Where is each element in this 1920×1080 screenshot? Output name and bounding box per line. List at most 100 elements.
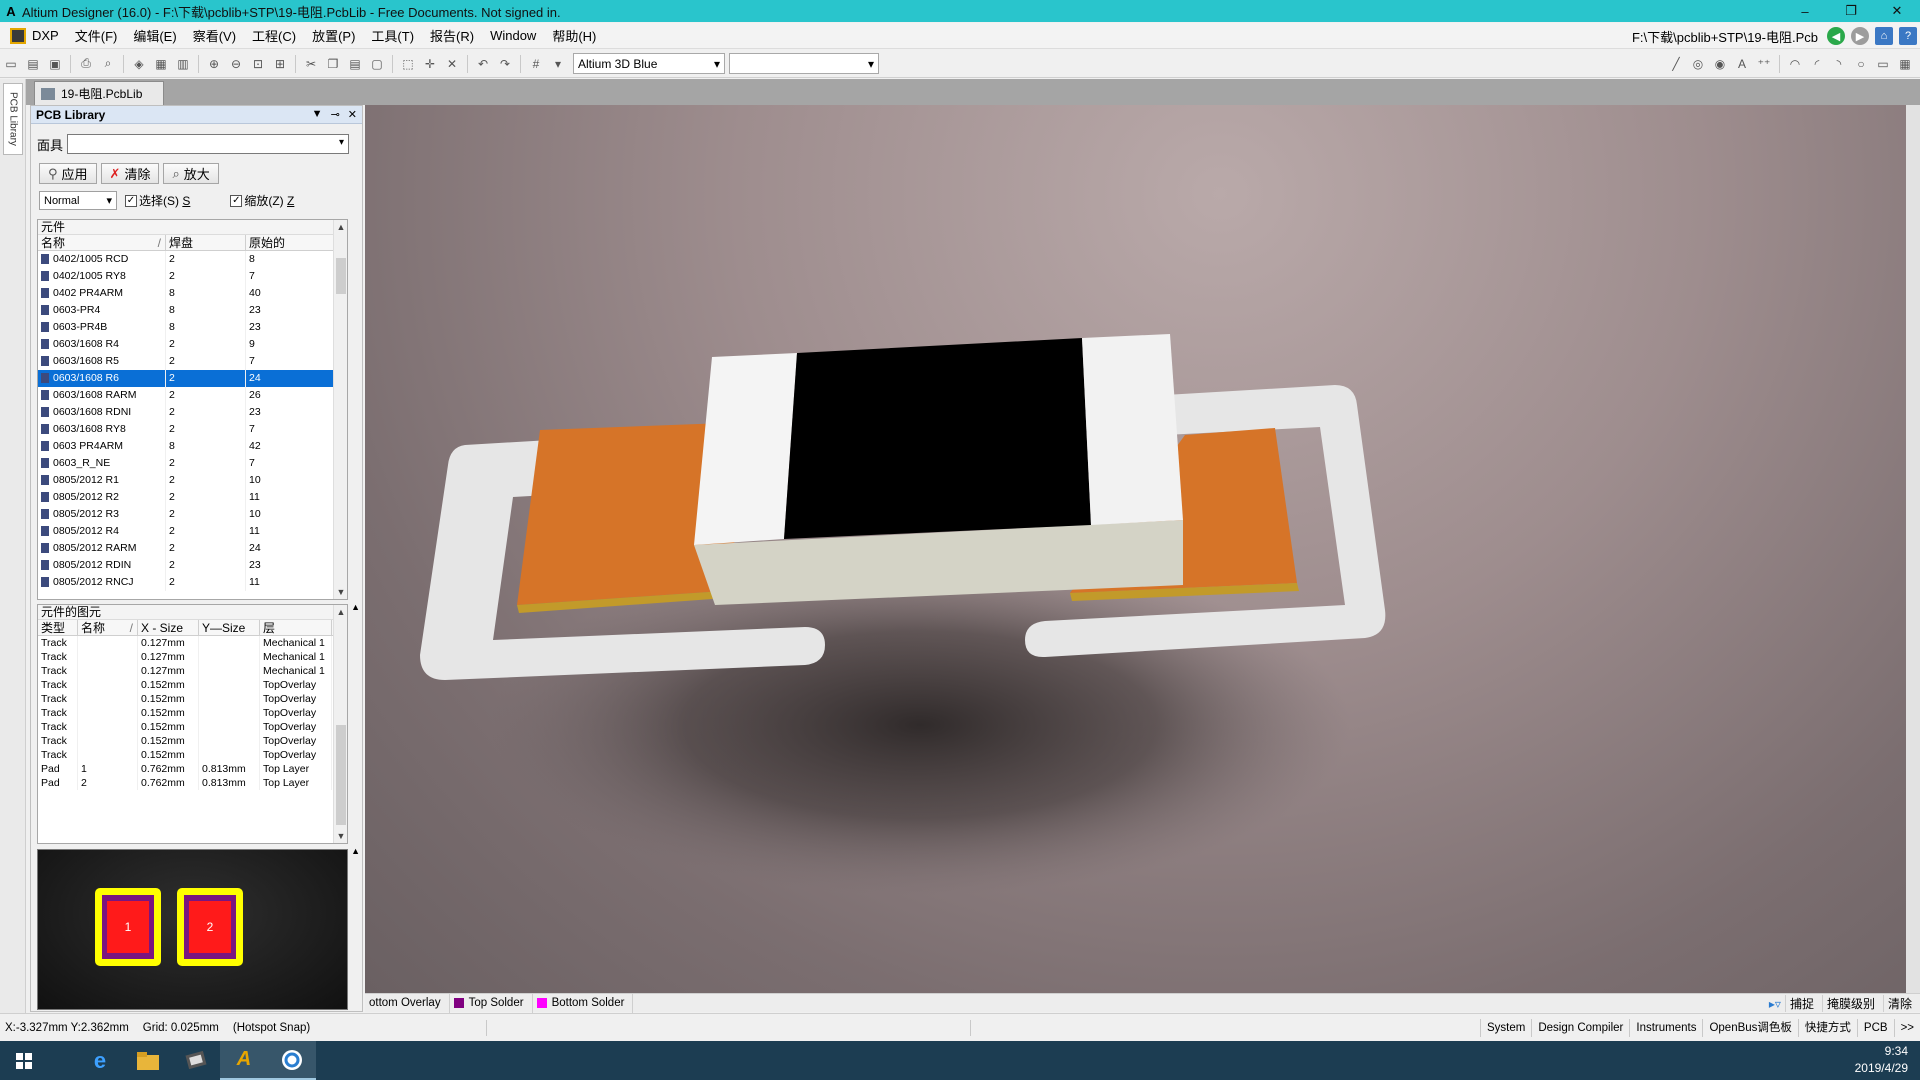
layer-set-icon[interactable]: ▸▿: [1769, 997, 1781, 1011]
scroll-up-icon[interactable]: ▲: [334, 605, 347, 619]
new-icon[interactable]: ▭: [2, 55, 20, 73]
table-row[interactable]: 0603/1608 RARM 2 26: [38, 387, 347, 404]
arc-center-icon[interactable]: ◠: [1786, 55, 1804, 73]
scroll-thumb[interactable]: [336, 725, 346, 825]
table-row[interactable]: 0603/1608 R5 2 7: [38, 353, 347, 370]
cut-icon[interactable]: ✂: [302, 55, 320, 73]
table-row[interactable]: 0805/2012 RNCJ 2 11: [38, 574, 347, 591]
panel-menu-icon[interactable]: ▼: [312, 108, 323, 121]
arc-any-icon[interactable]: ◝: [1830, 55, 1848, 73]
grid-icon[interactable]: #: [527, 55, 545, 73]
view-config-select[interactable]: Altium 3D Blue ▾: [573, 53, 725, 74]
col-header-pads[interactable]: 焊盘: [166, 235, 246, 250]
components-scrollbar[interactable]: ▲ ▼: [333, 220, 347, 599]
mask-level-button[interactable]: 掩膜级别: [1821, 995, 1879, 1012]
panel-close-icon[interactable]: ✕: [348, 108, 357, 121]
table-row[interactable]: 0805/2012 R2 2 11: [38, 489, 347, 506]
table-row[interactable]: 0603/1608 RDNI 2 23: [38, 404, 347, 421]
circle-icon[interactable]: ○: [1852, 55, 1870, 73]
doc-tab[interactable]: 19-电阻.PcbLib: [34, 81, 164, 105]
table-row[interactable]: 0603/1608 R6 2 24: [38, 370, 347, 387]
zoom-fit-icon[interactable]: ⊡: [249, 55, 267, 73]
table-row[interactable]: 0805/2012 RARM 2 24: [38, 540, 347, 557]
table-row[interactable]: Track 0.127mm Mechanical 1: [38, 650, 347, 664]
table-row[interactable]: 0603/1608 RY8 2 7: [38, 421, 347, 438]
menu-project[interactable]: 工程(C): [244, 26, 304, 45]
table-row[interactable]: 0603_R_NE 2 7: [38, 455, 347, 472]
menu-dxp[interactable]: DXP: [26, 28, 67, 43]
col-header-type[interactable]: 类型: [38, 620, 78, 635]
deselect-icon[interactable]: ✕: [443, 55, 461, 73]
table-row[interactable]: Pad 2 0.762mm 0.813mm Top Layer: [38, 776, 347, 790]
clear-mask-button[interactable]: 清除: [1882, 995, 1916, 1012]
table-row[interactable]: 0402 PR4ARM 8 40: [38, 285, 347, 302]
system-clock[interactable]: 9:34 2019/4/29: [1855, 1043, 1908, 1077]
undo-icon[interactable]: ↶: [474, 55, 492, 73]
panel-shortcuts[interactable]: 快捷方式: [1797, 1019, 1857, 1037]
table-row[interactable]: 0402/1005 RCD 2 8: [38, 251, 347, 268]
select-checkbox[interactable]: ✓ 选择(S) S: [125, 192, 190, 209]
table-row[interactable]: Track 0.152mm TopOverlay: [38, 692, 347, 706]
table-row[interactable]: Track 0.152mm TopOverlay: [38, 678, 347, 692]
folder-icon[interactable]: ▥: [174, 55, 192, 73]
arc-edge-icon[interactable]: ◜: [1808, 55, 1826, 73]
clear-button[interactable]: ✗ 清除: [100, 163, 160, 184]
menu-window[interactable]: Window: [482, 28, 544, 43]
start-icon[interactable]: [0, 1041, 48, 1080]
zoom-area-icon[interactable]: ⊞: [271, 55, 289, 73]
table-row[interactable]: Track 0.152mm TopOverlay: [38, 748, 347, 762]
collapse-icon[interactable]: ▲: [351, 602, 360, 612]
menu-tools[interactable]: 工具(T): [363, 26, 422, 45]
table-row[interactable]: 0603-PR4B 8 23: [38, 319, 347, 336]
primitives-scrollbar[interactable]: ▲ ▼: [333, 605, 347, 843]
pin-icon[interactable]: ⊸: [331, 108, 340, 121]
scroll-down-icon[interactable]: ▼: [334, 585, 347, 599]
scroll-thumb[interactable]: [336, 258, 346, 294]
zoom-in-icon[interactable]: ⊕: [205, 55, 223, 73]
edge-icon[interactable]: e: [76, 1041, 124, 1080]
snap-button[interactable]: 捕捉: [1784, 995, 1818, 1012]
mode-select[interactable]: Normal ▾: [39, 191, 117, 210]
maximize-button[interactable]: ❐: [1828, 0, 1874, 22]
forward-icon[interactable]: ▶: [1851, 27, 1869, 45]
paste-icon[interactable]: ▤: [346, 55, 364, 73]
panel-design-compiler[interactable]: Design Compiler: [1531, 1019, 1629, 1037]
move-icon[interactable]: ✛: [421, 55, 439, 73]
table-row[interactable]: Track 0.127mm Mechanical 1: [38, 664, 347, 678]
menu-place[interactable]: 放置(P): [304, 26, 363, 45]
zoom-button[interactable]: ⌕ 放大: [163, 163, 219, 184]
menu-edit[interactable]: 编辑(E): [125, 26, 184, 45]
array-icon[interactable]: ▦: [1896, 55, 1914, 73]
layer-tab-bottom-overlay[interactable]: ottom Overlay: [365, 993, 450, 1013]
open-icon[interactable]: ▤: [24, 55, 42, 73]
altium-icon[interactable]: A: [220, 1041, 268, 1080]
table-row[interactable]: 0805/2012 RDIN 2 23: [38, 557, 347, 574]
panel-instruments[interactable]: Instruments: [1629, 1019, 1702, 1037]
collapse-icon[interactable]: ▲: [351, 846, 360, 856]
table-row[interactable]: 0603/1608 R4 2 9: [38, 336, 347, 353]
coordinate-icon[interactable]: ⁺⁺: [1755, 55, 1773, 73]
scroll-up-icon[interactable]: ▲: [334, 220, 347, 234]
panel-openbus[interactable]: OpenBus调色板: [1702, 1019, 1797, 1037]
board-icon[interactable]: ▦: [152, 55, 170, 73]
table-row[interactable]: Track 0.152mm TopOverlay: [38, 706, 347, 720]
col-header-y-size[interactable]: Y—Size: [199, 620, 260, 635]
menu-help[interactable]: 帮助(H): [544, 26, 604, 45]
table-row[interactable]: 0805/2012 R4 2 11: [38, 523, 347, 540]
col-header-name[interactable]: 名称 /: [38, 235, 166, 250]
minimize-button[interactable]: –: [1782, 0, 1828, 22]
fill-icon[interactable]: ▭: [1874, 55, 1892, 73]
table-row[interactable]: Track 0.152mm TopOverlay: [38, 734, 347, 748]
print-preview-icon[interactable]: ⌕: [99, 55, 117, 73]
layers-icon[interactable]: ◈: [130, 55, 148, 73]
table-row[interactable]: Track 0.152mm TopOverlay: [38, 720, 347, 734]
3d-viewport[interactable]: [365, 105, 1920, 993]
table-row[interactable]: 0805/2012 R3 2 10: [38, 506, 347, 523]
panel-system[interactable]: System: [1480, 1019, 1531, 1037]
grid-dropdown-icon[interactable]: ▾: [549, 55, 567, 73]
explorer-icon[interactable]: [124, 1041, 172, 1080]
col-header-name[interactable]: 名称 /: [78, 620, 138, 635]
table-row[interactable]: Pad 1 0.762mm 0.813mm Top Layer: [38, 762, 347, 776]
dxp-icon[interactable]: [10, 27, 26, 44]
panel-more[interactable]: >>: [1893, 1019, 1920, 1037]
